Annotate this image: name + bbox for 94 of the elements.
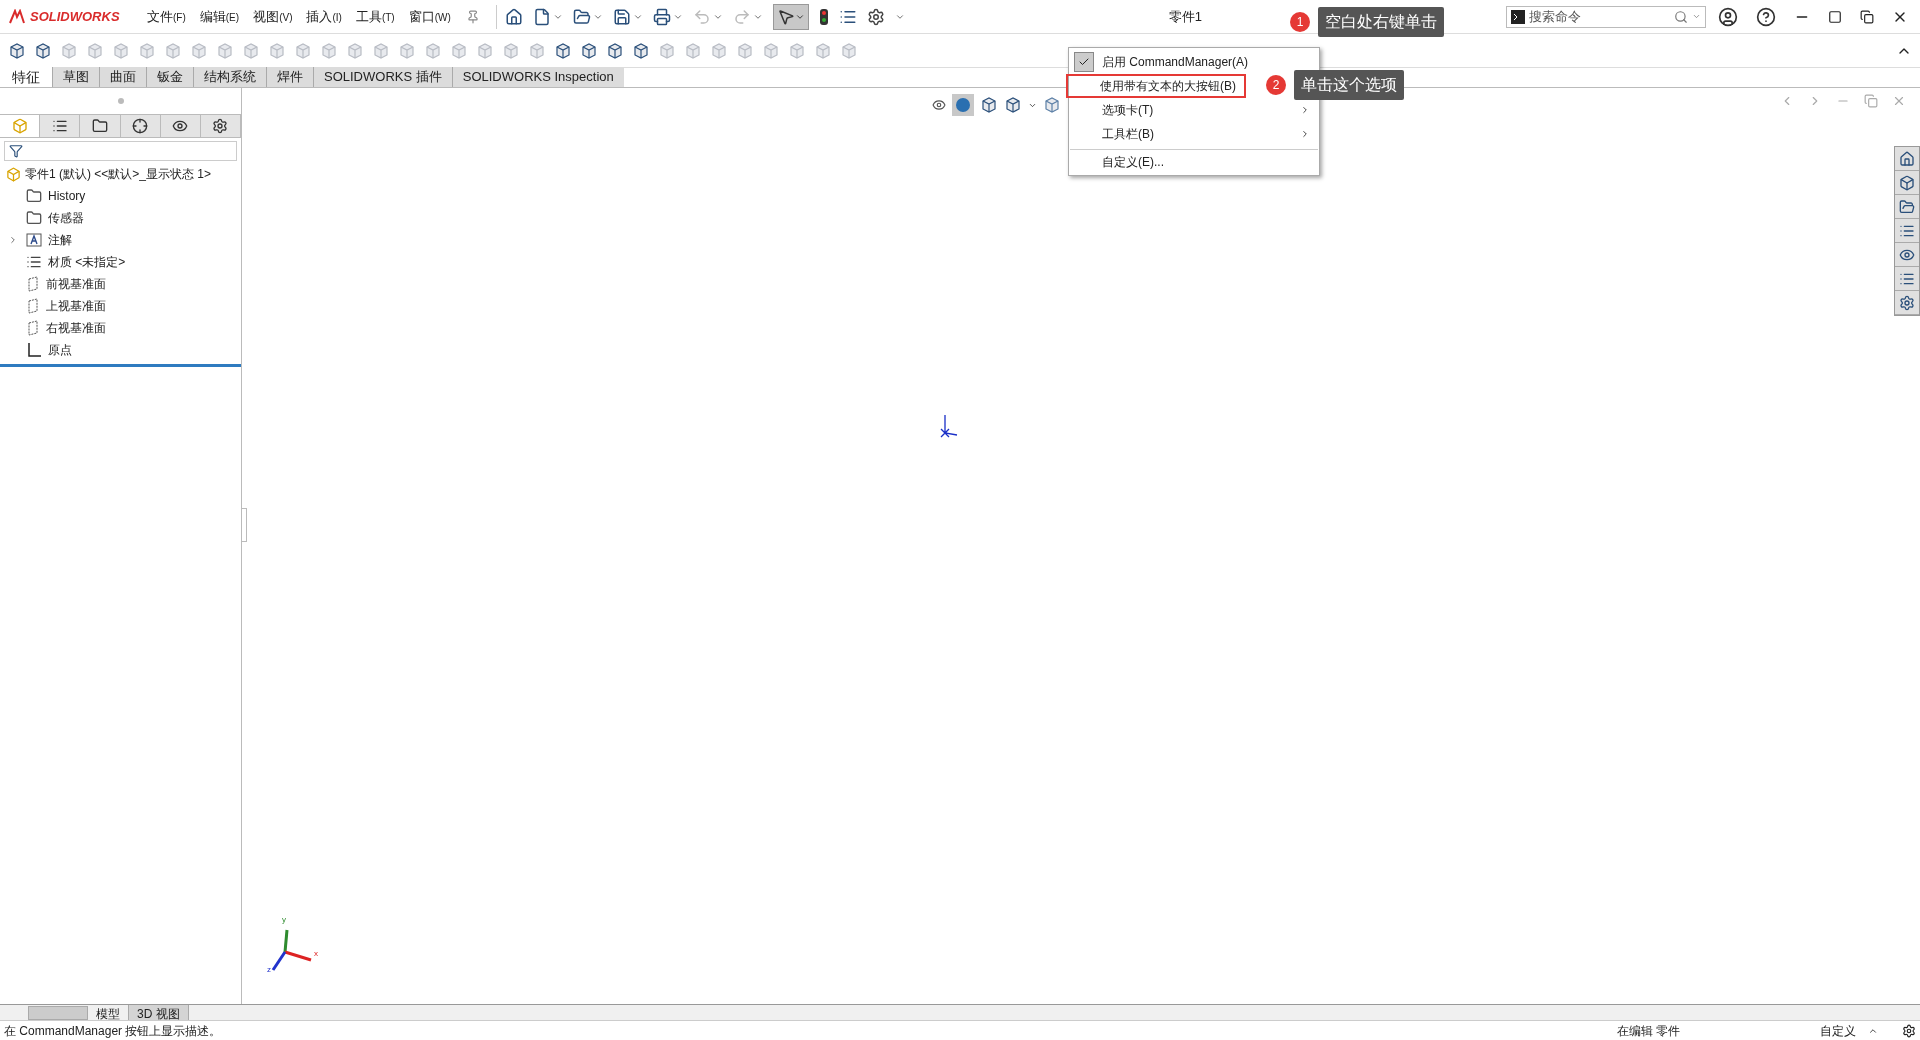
terminal-icon [1511, 9, 1525, 24]
cube-icon[interactable] [580, 41, 598, 60]
list-icon [51, 118, 68, 134]
folder-icon [1899, 198, 1915, 215]
folder-gauge-icon [26, 210, 42, 226]
view-icon[interactable] [932, 98, 946, 112]
tile-icon[interactable] [1828, 9, 1842, 24]
units-status[interactable]: 自定义 [1820, 1021, 1856, 1040]
command-tab[interactable]: 曲面 [99, 67, 146, 87]
check-icon [1078, 56, 1090, 68]
callout-label: 单击这个选项 [1294, 70, 1404, 100]
menu-item[interactable]: 插入(I) [299, 6, 349, 27]
axis-label: y [282, 914, 286, 926]
section-view-icon[interactable] [980, 96, 998, 114]
toolbar-icon[interactable] [652, 7, 671, 26]
command-tab[interactable]: SOLIDWORKS 插件 [313, 67, 452, 87]
cube-icon[interactable] [34, 41, 52, 60]
gear-icon [1899, 294, 1915, 311]
view-orientation-icon[interactable] [1004, 96, 1022, 114]
filter-field[interactable] [4, 141, 237, 161]
display-style-icon[interactable] [1043, 96, 1061, 114]
menu-item[interactable]: 使用带有文本的大按钮(B) [1066, 74, 1246, 98]
select-button[interactable] [772, 3, 809, 30]
command-tab[interactable]: 钣金 [146, 67, 193, 87]
tree-item[interactable]: 注解 [48, 231, 72, 249]
panel-splitter[interactable] [241, 508, 247, 542]
search-field[interactable]: 搜索命令 [1529, 6, 1670, 27]
folder-clock-icon [26, 188, 42, 204]
menu-item[interactable]: 工具(T) [348, 6, 402, 27]
cube-icon[interactable] [606, 41, 624, 60]
toolbar-icon[interactable] [532, 7, 551, 26]
plane-icon [26, 320, 40, 336]
home-icon [1899, 150, 1915, 167]
shaded-view-button[interactable] [952, 94, 974, 116]
cube-icon[interactable] [8, 41, 26, 60]
command-tab[interactable]: SOLIDWORKS Inspection [451, 67, 624, 87]
filter-icon[interactable] [9, 144, 23, 158]
tree-item[interactable]: 原点 [48, 341, 72, 359]
user-icon[interactable] [1718, 6, 1738, 27]
traffic-light-icon[interactable] [818, 7, 829, 26]
status-settings-icon[interactable] [1902, 1023, 1916, 1038]
letter-a-icon [26, 232, 42, 248]
menu-item[interactable]: 窗口(W) [401, 6, 458, 27]
help-icon[interactable] [1756, 6, 1776, 27]
menu-item[interactable]: 自定义(E)... [1070, 149, 1318, 173]
gear-icon [212, 118, 229, 134]
crosshair-icon [132, 118, 149, 134]
menu-item[interactable]: 视图(V) [246, 6, 300, 27]
app-logo: SOLIDWORKS [30, 7, 120, 26]
status-mode: 在编辑 零件 [1616, 1022, 1680, 1040]
tree-item[interactable]: 上视基准面 [46, 297, 106, 315]
toolbar-icon[interactable] [504, 7, 523, 26]
eye-icon [172, 118, 189, 134]
plane-icon [26, 298, 40, 314]
window-title: 零件1 [1168, 7, 1202, 26]
command-tab[interactable]: 特征 [0, 67, 52, 87]
search-box[interactable]: 搜索命令 [1506, 5, 1706, 28]
box-icon [1899, 174, 1915, 191]
logo-icon [8, 8, 26, 25]
tree-item[interactable]: 材质 <未指定> [48, 253, 126, 271]
origin-icon [26, 342, 42, 358]
toolbar-icon[interactable] [572, 7, 591, 26]
tree-item[interactable]: 零件1 (默认) <<默认>_显示状态 1> [25, 165, 212, 183]
toolbar-icon[interactable] [612, 7, 631, 26]
menu-item[interactable]: 选项卡(T) [1070, 98, 1318, 122]
axis-label: x [314, 948, 318, 960]
cube-icon[interactable] [632, 41, 650, 60]
command-tab[interactable]: 焊件 [266, 67, 313, 87]
command-tab[interactable]: 草图 [52, 67, 99, 87]
cube-icon[interactable] [554, 41, 572, 60]
part-icon [6, 166, 21, 182]
part-icon [11, 118, 28, 134]
restore-icon[interactable] [1860, 9, 1874, 24]
material-list-icon [26, 254, 42, 270]
tree-item[interactable]: 前视基准面 [46, 275, 106, 293]
status-message: 在 CommandManager 按钮上显示描述。 [4, 1022, 222, 1040]
pointer-icon [776, 7, 795, 26]
callout-label: 空白处右键单击 [1318, 7, 1444, 37]
tab-scroll-buttons[interactable] [28, 1005, 88, 1020]
axis-label: z [267, 964, 271, 976]
menu-item[interactable]: 文件(F) [140, 6, 193, 27]
menu-item[interactable]: 编辑(E) [192, 6, 247, 27]
model-tab[interactable]: 3D 视图 [129, 1005, 189, 1020]
search-icon[interactable] [1674, 9, 1688, 24]
tree-item[interactable]: 右视基准面 [46, 319, 106, 337]
plane-icon [26, 276, 40, 292]
caret-icon[interactable] [1692, 12, 1701, 21]
tree-item[interactable]: History [48, 187, 86, 205]
tree-item[interactable]: 传感器 [48, 209, 84, 227]
command-tab[interactable]: 结构系统 [193, 67, 266, 87]
settings-icon[interactable] [866, 7, 885, 26]
pin-icon[interactable] [465, 9, 480, 24]
menu-item[interactable]: 工具栏(B) [1070, 122, 1318, 146]
tree-icon [91, 118, 108, 134]
